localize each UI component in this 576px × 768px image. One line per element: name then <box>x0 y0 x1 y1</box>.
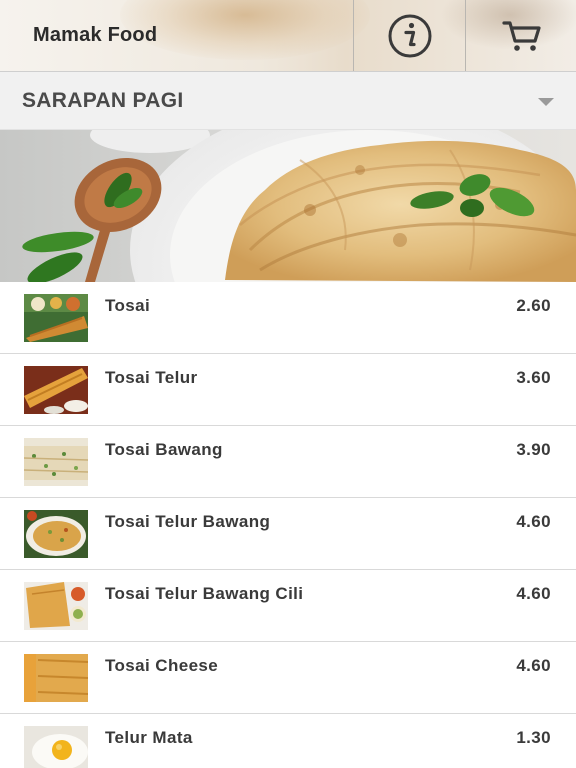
app-header: Mamak Food <box>0 0 576 72</box>
menu-item-thumbnail <box>24 654 88 702</box>
menu-item-thumbnail <box>24 726 88 768</box>
category-banner <box>0 130 576 282</box>
info-icon <box>388 14 431 58</box>
menu-item-name: Tosai Cheese <box>105 656 219 675</box>
header-background-image <box>120 0 370 60</box>
dosa-cheese-image <box>24 654 88 702</box>
info-button[interactable] <box>353 0 465 71</box>
menu-item-price: 4.60 <box>516 656 551 675</box>
app-title: Mamak Food <box>33 24 158 46</box>
menu-item-thumbnail <box>24 366 88 414</box>
menu-item-name: Tosai Telur Bawang <box>105 512 271 531</box>
menu-item[interactable]: Telur Mata 1.30 <box>0 714 576 768</box>
menu-item-name: Tosai Telur Bawang Cili <box>105 584 304 603</box>
menu-item-price: 1.30 <box>516 728 551 747</box>
menu-item-thumbnail <box>24 582 88 630</box>
menu-item[interactable]: Tosai Cheese 4.60 <box>0 642 576 714</box>
menu-item-name: Tosai Bawang <box>105 440 223 459</box>
menu-item[interactable]: Tosai Telur Bawang Cili 4.60 <box>0 570 576 642</box>
menu-item-price: 4.60 <box>516 512 551 531</box>
menu-item-thumbnail <box>24 510 88 558</box>
menu-item-price: 3.60 <box>516 368 551 387</box>
dosa-egg-onion-image <box>24 510 88 558</box>
menu-item-thumbnail <box>24 438 88 486</box>
menu-item[interactable]: Tosai Telur Bawang 4.60 <box>0 498 576 570</box>
chevron-down-icon[interactable] <box>538 98 554 106</box>
menu-item-price: 4.60 <box>516 584 551 603</box>
menu-item-price: 2.60 <box>516 296 551 315</box>
cart-button[interactable] <box>465 0 576 71</box>
menu-item[interactable]: Tosai Bawang 3.90 <box>0 426 576 498</box>
menu-item-name: Tosai Telur <box>105 368 198 387</box>
menu-list: Tosai 2.60 Tosai Telur 3.60 Tosai Bawang… <box>0 282 576 768</box>
dosa-onion-image <box>24 438 88 486</box>
roti-canai-banner-image <box>0 130 576 282</box>
menu-item-thumbnail <box>24 294 88 342</box>
category-dropdown[interactable]: SARAPAN PAGI <box>0 72 576 130</box>
cart-icon <box>501 21 541 51</box>
category-selected-label: SARAPAN PAGI <box>22 89 184 112</box>
menu-item-price: 3.90 <box>516 440 551 459</box>
menu-item-name: Telur Mata <box>105 728 193 747</box>
fried-egg-image <box>24 726 88 768</box>
dosa-plate-image <box>24 294 88 342</box>
dosa-egg-onion-chili-image <box>24 582 88 630</box>
menu-item-name: Tosai <box>105 296 151 315</box>
menu-item[interactable]: Tosai 2.60 <box>0 282 576 354</box>
menu-item[interactable]: Tosai Telur 3.60 <box>0 354 576 426</box>
dosa-egg-image <box>24 366 88 414</box>
